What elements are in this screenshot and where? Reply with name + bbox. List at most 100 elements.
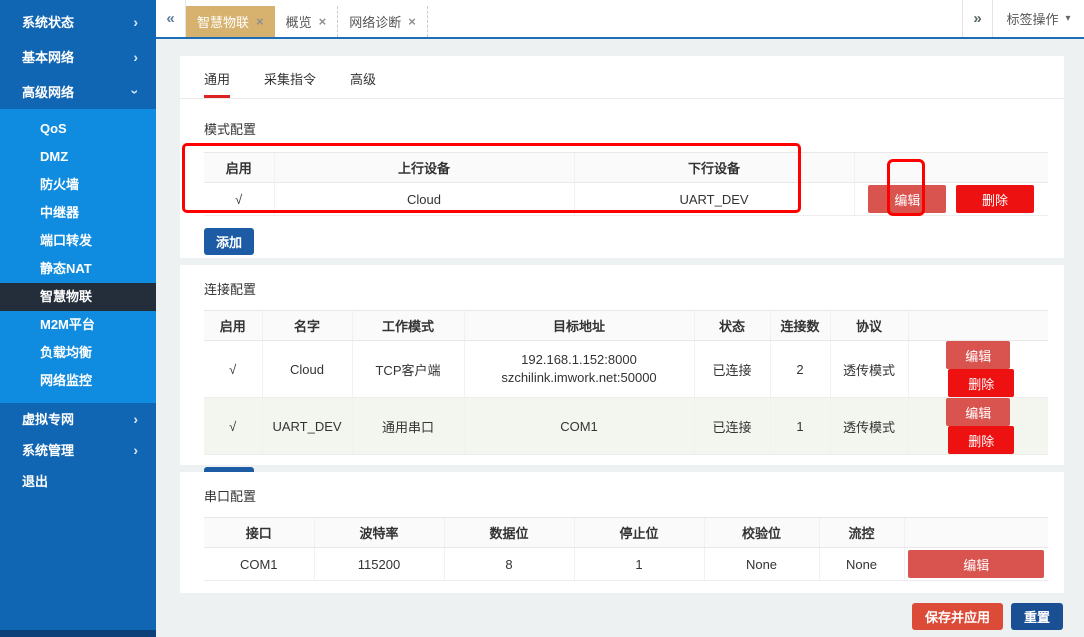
- scroll-tabs-right-button[interactable]: »: [962, 0, 992, 37]
- tab-bar: « 智慧物联 × 概览 × 网络诊断 × » 标签操作 ▾: [156, 0, 1084, 39]
- cell-work-mode: 通用串口: [352, 398, 464, 455]
- sidebar-item-logout[interactable]: 退出: [0, 465, 156, 496]
- chevron-right-icon: ›: [133, 412, 138, 426]
- panel-serial-config: 串口配置 接口 波特率 数据位 停止位 校验位 流控: [180, 472, 1064, 593]
- sidebar-item-label: 基本网络: [22, 47, 74, 66]
- column-header: 目标地址: [464, 311, 694, 341]
- tab-operations-dropdown[interactable]: 标签操作 ▾: [992, 0, 1084, 37]
- column-header: 数据位: [444, 518, 574, 548]
- column-header: 校验位: [704, 518, 819, 548]
- sidebar-item-system-management[interactable]: 系统管理 ›: [0, 434, 156, 465]
- column-header: 下行设备: [574, 153, 854, 183]
- sidebar-item-advanced-network[interactable]: 高级网络 ›: [0, 74, 156, 109]
- tab-advanced[interactable]: 高级: [350, 69, 376, 98]
- cell-enabled-check: √: [204, 341, 262, 398]
- column-header: 启用: [204, 311, 262, 341]
- scroll-tabs-left-button[interactable]: «: [156, 0, 186, 37]
- edit-button[interactable]: 编辑: [946, 341, 1010, 369]
- main-content: 通用 采集指令 高级 模式配置 启用 上行设备 下行设备 √: [156, 39, 1084, 637]
- chevron-right-icon: ›: [133, 443, 138, 457]
- sidebar-item-network-monitor[interactable]: 网络监控: [0, 367, 156, 395]
- tab-smart-iot[interactable]: 智慧物联 ×: [186, 6, 275, 37]
- column-header: 连接数: [770, 311, 830, 341]
- cell-stop-bits: 1: [574, 548, 704, 581]
- edit-button[interactable]: 编辑: [946, 398, 1010, 426]
- cell-actions: 编辑 删除: [908, 341, 1048, 398]
- tab-general[interactable]: 通用: [204, 69, 230, 98]
- sidebar-item-vpn[interactable]: 虚拟专网 ›: [0, 403, 156, 434]
- mode-table-row: √ Cloud UART_DEV 编辑 删除: [204, 183, 1048, 216]
- column-header: 波特率: [314, 518, 444, 548]
- target-address-line1: 192.168.1.152:8000: [465, 351, 694, 369]
- cell-enabled-check: √: [204, 398, 262, 455]
- tab-overview[interactable]: 概览 ×: [275, 6, 339, 37]
- cell-actions: 编辑: [904, 548, 1048, 581]
- sidebar-item-label: 系统管理: [22, 440, 74, 459]
- tab-label: 概览: [286, 12, 312, 31]
- panel-connection-config: 连接配置 启用 名字 工作模式 目标地址 状态 连接数 协议: [180, 265, 1064, 465]
- connection-table-row: √ UART_DEV 通用串口 COM1 已连接 1 透传模式 编辑 删除: [204, 398, 1048, 455]
- save-and-apply-button[interactable]: 保存并应用: [912, 603, 1003, 630]
- column-header: 启用: [204, 153, 274, 183]
- serial-config-section: 串口配置 接口 波特率 数据位 停止位 校验位 流控: [180, 486, 1064, 581]
- tab-network-diagnosis[interactable]: 网络诊断 ×: [338, 6, 428, 37]
- sidebar-item-system-status[interactable]: 系统状态 ›: [0, 4, 156, 39]
- section-title-serial: 串口配置: [204, 486, 1048, 505]
- cell-actions: 编辑 删除: [908, 398, 1048, 455]
- sidebar-item-repeater[interactable]: 中继器: [0, 199, 156, 227]
- sidebar-item-dmz[interactable]: DMZ: [0, 143, 156, 171]
- cell-name: Cloud: [262, 341, 352, 398]
- sidebar-item-label: 虚拟专网: [22, 409, 74, 428]
- chevron-down-icon: ›: [129, 89, 143, 94]
- close-icon[interactable]: ×: [408, 14, 416, 29]
- reset-button[interactable]: 重置: [1011, 603, 1063, 630]
- column-header-actions: [908, 311, 1048, 341]
- delete-button[interactable]: 删除: [956, 185, 1034, 213]
- edit-button[interactable]: 编辑: [908, 550, 1044, 578]
- tab-bar-spacer: [428, 0, 962, 37]
- delete-button[interactable]: 删除: [948, 426, 1014, 454]
- sidebar-item-load-balancing[interactable]: 负载均衡: [0, 339, 156, 367]
- footer-actions: 保存并应用 重置: [912, 603, 1063, 630]
- cell-downstream-device: UART_DEV: [574, 183, 854, 216]
- double-chevron-right-icon: »: [973, 10, 981, 27]
- cell-data-bits: 8: [444, 548, 574, 581]
- sidebar-item-basic-network[interactable]: 基本网络 ›: [0, 39, 156, 74]
- sidebar-item-firewall[interactable]: 防火墙: [0, 171, 156, 199]
- delete-button[interactable]: 删除: [948, 369, 1014, 397]
- column-header: 工作模式: [352, 311, 464, 341]
- sidebar-item-smart-iot[interactable]: 智慧物联: [0, 283, 156, 311]
- chevron-right-icon: ›: [133, 50, 138, 64]
- add-mode-button[interactable]: 添加: [204, 228, 254, 255]
- sidebar-item-static-nat[interactable]: 静态NAT: [0, 255, 156, 283]
- section-title-mode: 模式配置: [204, 119, 1048, 138]
- connection-table: 启用 名字 工作模式 目标地址 状态 连接数 协议 √ Cloud TCP客户: [204, 310, 1048, 455]
- column-header: 状态: [694, 311, 770, 341]
- sidebar-item-label: 高级网络: [22, 82, 74, 101]
- column-header-actions: [904, 518, 1048, 548]
- sidebar-item-m2m-platform[interactable]: M2M平台: [0, 311, 156, 339]
- content-tabs: 通用 采集指令 高级: [180, 56, 1064, 99]
- cell-actions: 编辑 删除: [854, 183, 1048, 216]
- edit-button[interactable]: 编辑: [868, 185, 946, 213]
- caret-down-icon: ▾: [1065, 13, 1070, 24]
- column-header: 接口: [204, 518, 314, 548]
- close-icon[interactable]: ×: [256, 14, 264, 29]
- close-icon[interactable]: ×: [319, 14, 327, 29]
- double-chevron-left-icon: «: [166, 10, 174, 27]
- cell-status: 已连接: [694, 398, 770, 455]
- serial-table-row: COM1 115200 8 1 None None 编辑: [204, 548, 1048, 581]
- cell-target-address: 192.168.1.152:8000 szchilink.imwork.net:…: [464, 341, 694, 398]
- serial-table-header-row: 接口 波特率 数据位 停止位 校验位 流控: [204, 518, 1048, 548]
- cell-port: COM1: [204, 548, 314, 581]
- connection-table-header-row: 启用 名字 工作模式 目标地址 状态 连接数 协议: [204, 311, 1048, 341]
- cell-protocol: 透传模式: [830, 341, 908, 398]
- mode-config-section: 模式配置 启用 上行设备 下行设备 √ Cloud UART_DEV: [180, 119, 1064, 255]
- sidebar-item-port-forwarding[interactable]: 端口转发: [0, 227, 156, 255]
- chevron-right-icon: ›: [133, 15, 138, 29]
- cell-connection-count: 1: [770, 398, 830, 455]
- sidebar-item-qos[interactable]: QoS: [0, 115, 156, 143]
- tab-collect-command[interactable]: 采集指令: [264, 69, 316, 98]
- column-header: 名字: [262, 311, 352, 341]
- column-header: 上行设备: [274, 153, 574, 183]
